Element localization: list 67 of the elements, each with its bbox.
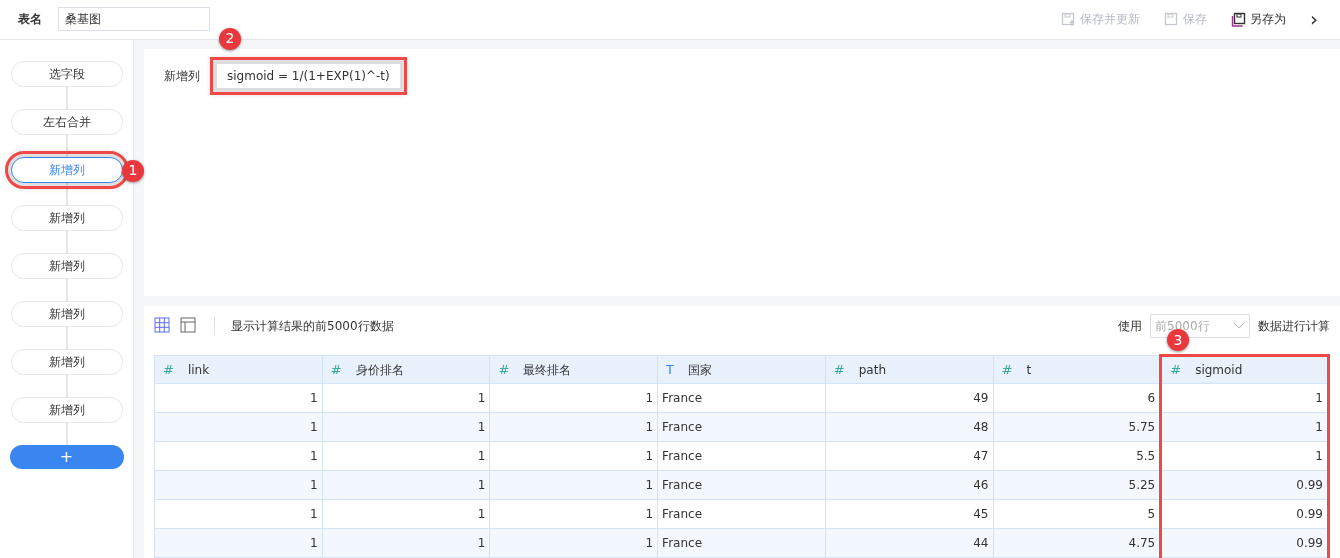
table-cell: 1 <box>154 441 323 471</box>
save-icon <box>1231 11 1246 27</box>
column-header[interactable]: # 最终排名 <box>489 355 658 384</box>
table-cell: 1 <box>489 470 658 500</box>
table-cell: 1 <box>322 412 490 442</box>
save-icon <box>1164 11 1179 27</box>
column-header[interactable]: # sigmoid <box>1160 355 1329 384</box>
step-button[interactable]: 新增列 <box>10 252 123 279</box>
table-name-label: 表名 <box>18 11 42 29</box>
add-step-button[interactable]: + <box>9 444 124 469</box>
table-cell: 1 <box>154 383 323 413</box>
table-cell: 1 <box>322 470 490 500</box>
callout-badge: 1 <box>122 159 144 182</box>
table-cell: 1 <box>489 528 658 558</box>
table-cell: 1 <box>154 528 323 558</box>
table-name-field[interactable]: 桑基图 <box>58 7 210 32</box>
use-label: 使用 <box>1118 318 1142 335</box>
step-button[interactable]: 新增列 <box>10 396 123 423</box>
table-cell: 44 <box>825 528 993 558</box>
preview-note: 显示计算结果的前5000行数据 <box>231 318 394 335</box>
column-header[interactable]: # link <box>154 355 323 384</box>
table-cell: 5.75 <box>993 412 1161 442</box>
table-cell: France <box>657 383 826 413</box>
table-cell: 1 <box>322 528 490 558</box>
table-cell: 0.99 <box>1160 470 1329 500</box>
table-cell: France <box>657 441 826 471</box>
table-cell: 1 <box>489 383 658 413</box>
view-toggle[interactable] <box>154 317 172 335</box>
table-cell: 5.25 <box>993 470 1161 500</box>
step-button[interactable]: 新增列 <box>10 300 123 327</box>
column-header[interactable]: # path <box>825 355 993 384</box>
table-cell: 48 <box>825 412 993 442</box>
table-cell: France <box>657 412 826 442</box>
table-cell: 1 <box>154 470 323 500</box>
callout-badge: 3 <box>1167 329 1189 351</box>
editor-label: 新增列 <box>164 67 200 85</box>
table-cell: 1 <box>489 441 658 471</box>
table-cell: France <box>657 528 826 558</box>
table-cell: 1 <box>489 412 658 442</box>
column-header[interactable]: # 身价排名 <box>322 355 490 384</box>
table-cell: 1 <box>322 383 490 413</box>
table-cell: France <box>657 470 826 500</box>
chevron-down-icon <box>1233 322 1245 330</box>
calc-label: 数据进行计算 <box>1258 318 1330 335</box>
table-cell: France <box>657 499 826 529</box>
table-cell: 1 <box>322 499 490 529</box>
column-header[interactable]: # t <box>993 355 1161 384</box>
save-icon <box>1061 11 1076 27</box>
more-button[interactable]: › <box>1310 4 1318 35</box>
view-toggle[interactable] <box>180 317 198 335</box>
table-cell: 0.99 <box>1160 528 1329 558</box>
table-cell: 1 <box>489 499 658 529</box>
action-button[interactable]: 另存为 <box>1231 10 1286 29</box>
table-cell: 1 <box>1160 412 1329 442</box>
step-button[interactable]: 新增列 <box>10 204 123 231</box>
table-cell: 1 <box>154 499 323 529</box>
step-button[interactable]: 左右合并 <box>10 108 123 135</box>
table-cell: 1 <box>154 412 323 442</box>
table-cell: 47 <box>825 441 993 471</box>
table-cell: 49 <box>825 383 993 413</box>
step-button[interactable]: 选字段 <box>10 60 123 87</box>
table-cell: 46 <box>825 470 993 500</box>
table-cell: 1 <box>322 441 490 471</box>
step-button[interactable]: 新增列 <box>10 348 123 375</box>
column-header[interactable]: T 国家 <box>657 355 826 384</box>
table-cell: 4.75 <box>993 528 1161 558</box>
table-cell: 45 <box>825 499 993 529</box>
